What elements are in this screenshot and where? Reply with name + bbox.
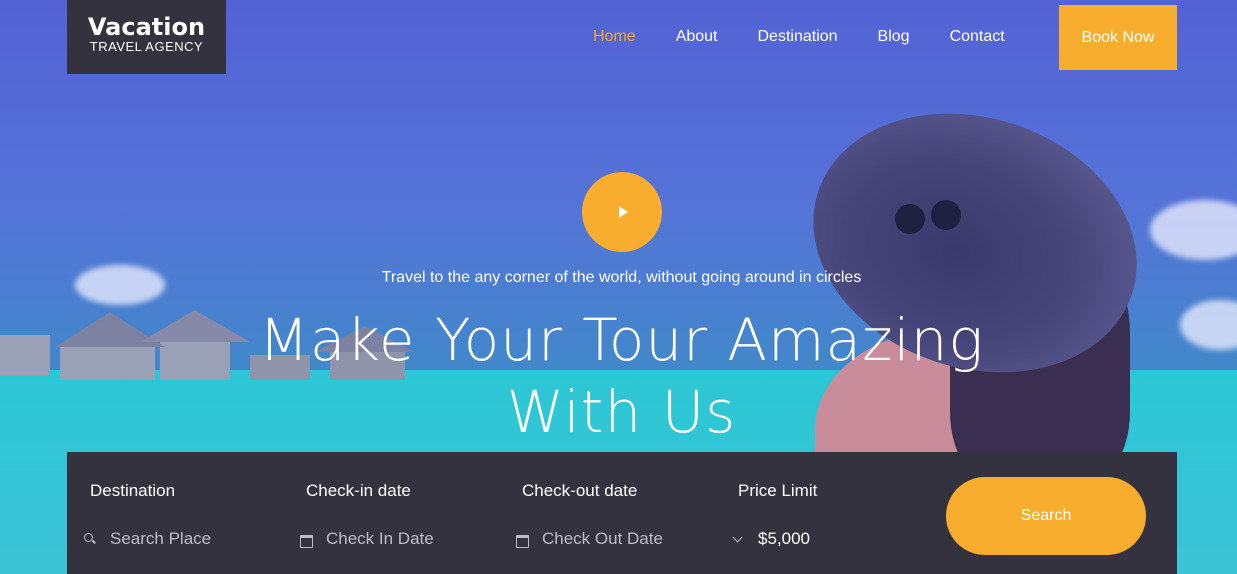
brand-subtitle: TRAVEL AGENCY (89, 39, 204, 54)
price-limit-value: $5,000 (758, 529, 810, 548)
booking-search-bar: Destination Search Place Check-in date C… (67, 452, 1177, 574)
play-icon (619, 206, 628, 218)
hero-headline-line1: Make Your Tour Amazing (258, 306, 985, 374)
check-out-placeholder: Check Out Date (542, 529, 663, 548)
book-now-button[interactable]: Book Now (1059, 5, 1177, 70)
check-in-placeholder: Check In Date (326, 529, 434, 548)
check-out-label: Check-out date (522, 481, 638, 500)
chevron-down-icon (732, 533, 744, 545)
hero-tagline: Travel to the any corner of the world, w… (381, 269, 862, 286)
price-limit-label: Price Limit (738, 481, 818, 500)
brand-title: Vacation (87, 13, 206, 41)
brand-logo[interactable]: Vacation TRAVEL AGENCY (67, 0, 226, 74)
search-button[interactable]: Search (946, 477, 1146, 555)
nav-item-about[interactable]: About (676, 27, 718, 47)
check-out-input[interactable]: Check Out Date (516, 524, 663, 554)
check-in-input[interactable]: Check In Date (300, 524, 434, 554)
calendar-icon (300, 533, 313, 548)
hero-headline: Make Your Tour Amazing With Us (0, 304, 1237, 448)
calendar-icon (516, 533, 529, 548)
destination-placeholder: Search Place (110, 529, 212, 548)
main-nav: Home About Destination Blog Contact (593, 27, 1045, 47)
nav-item-destination[interactable]: Destination (758, 27, 838, 47)
search-icon (84, 533, 96, 545)
nav-item-home[interactable]: Home (593, 27, 636, 47)
hero-headline-line2: With Us (506, 378, 737, 446)
sunglasses-image (895, 200, 965, 236)
nav-item-blog[interactable]: Blog (878, 27, 910, 47)
price-limit-select[interactable]: $5,000 (732, 524, 810, 554)
nav-item-contact[interactable]: Contact (950, 27, 1005, 47)
check-in-label: Check-in date (306, 481, 411, 500)
destination-label: Destination (90, 481, 176, 500)
destination-input[interactable]: Search Place (84, 524, 211, 554)
play-video-button[interactable] (582, 172, 662, 252)
